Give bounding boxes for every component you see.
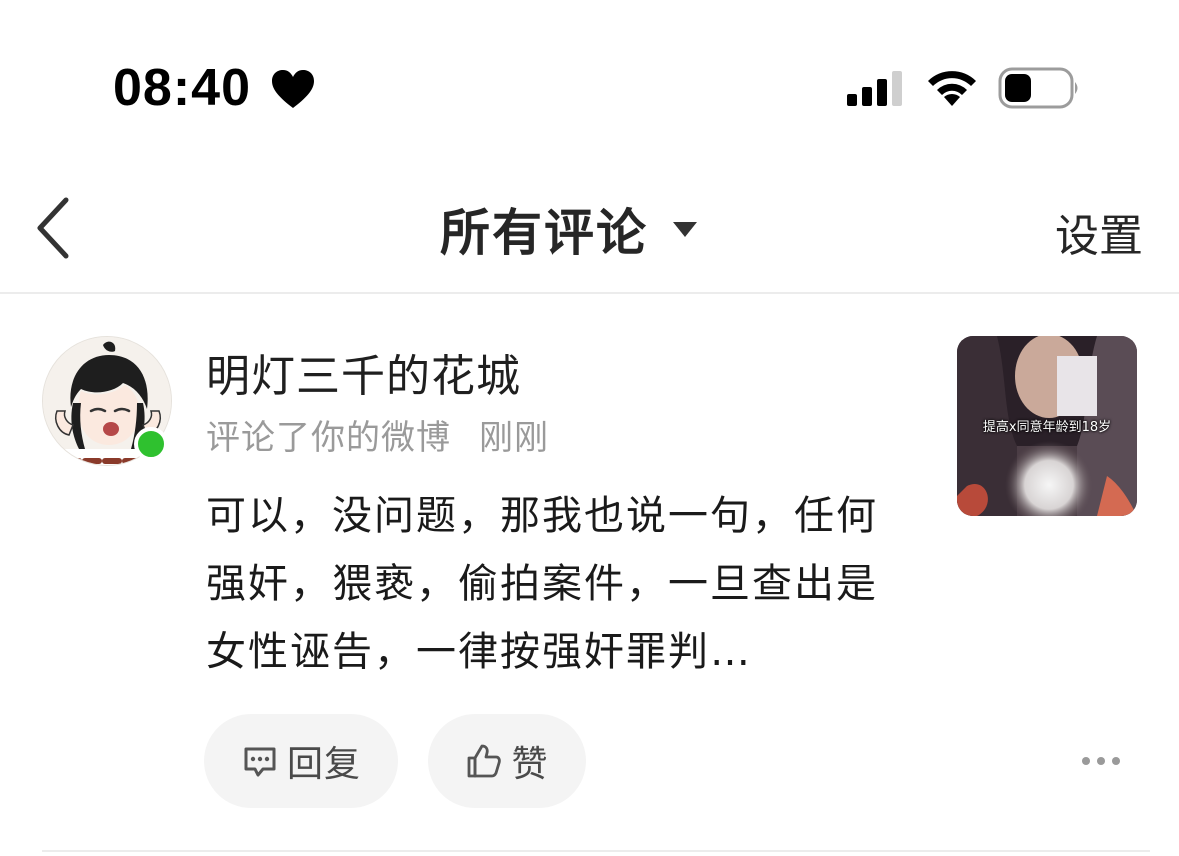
caret-down-icon [673,222,697,237]
comment-meta: 评论了你的微博 刚刚 [206,410,549,459]
comment-timestamp: 刚刚 [479,418,549,458]
thumbs-up-icon [468,744,502,778]
status-time: 08:40 [113,59,251,117]
settings-button[interactable]: 设置 [1055,200,1143,264]
status-bar: 08:40 [0,0,1179,150]
comment-username[interactable]: 明灯三千的花城 [206,340,521,404]
thumbnail-caption: 提高x同意年龄到18岁 [982,420,1112,435]
reply-button[interactable]: 回复 [204,714,398,808]
heart-icon [272,70,314,108]
more-options-icon[interactable] [1076,748,1126,774]
comment-filter-dropdown[interactable]: 所有评论 [440,194,698,264]
online-status-dot [134,427,168,461]
post-thumbnail[interactable]: 提高x同意年龄到18岁 [957,336,1137,516]
comment-actions: 回复 赞 [204,714,586,808]
comment-bubble-icon [244,747,276,777]
comment-content[interactable]: 可以，没问题，那我也说一句，任何强奸，猥亵，偷拍案件，一旦查出是女性诬告，一律按… [206,482,906,686]
back-chevron-icon[interactable] [28,194,84,262]
wifi-icon [928,71,976,106]
like-button[interactable]: 赞 [428,714,586,808]
like-label: 赞 [511,744,549,785]
battery-icon [998,67,1078,109]
nav-bar: 所有评论 设置 [0,150,1179,294]
comment-card: 明灯三千的花城 评论了你的微博 刚刚 可以，没问题，那我也说一句，任何强奸，猥亵，… [0,296,1179,852]
cellular-signal-icon [847,71,902,106]
reply-label: 回复 [286,744,361,785]
comment-action-text: 评论了你的微博 [206,418,451,458]
divider [42,850,1150,852]
page-title: 所有评论 [440,204,648,262]
